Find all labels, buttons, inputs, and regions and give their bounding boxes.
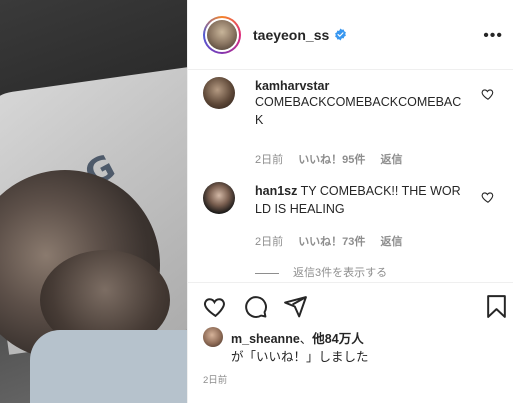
view-replies-button[interactable]: 返信3件を表示する	[255, 264, 387, 280]
avatar	[207, 19, 237, 50]
comment-username[interactable]: kamharvstar	[255, 79, 467, 93]
comment-text-with-user: han1sz TY COMEBACK!! THE WORLD IS HEALIN…	[255, 182, 467, 218]
comment-reply-button[interactable]: 返信	[381, 236, 403, 248]
comment-likes[interactable]: いいね！95件	[298, 154, 365, 166]
comment-like-heart-icon[interactable]	[481, 87, 495, 101]
bookmark-icon[interactable]	[484, 294, 509, 319]
likes-suffix: が「いいね！」しました	[231, 350, 369, 364]
comment-time: 2日前	[255, 236, 284, 248]
likes-line: m_sheanne、他84万人	[231, 328, 364, 347]
verified-badge-icon	[335, 28, 347, 41]
heart-icon[interactable]	[203, 294, 228, 319]
comment-avatar[interactable]	[203, 182, 235, 214]
action-bar	[188, 282, 513, 328]
comment-text: COMEBACKCOMEBACKCOMEBACK	[255, 95, 462, 127]
comment-body: han1sz TY COMEBACK!! THE WORLD IS HEALIN…	[255, 182, 467, 218]
comment-avatar[interactable]	[203, 77, 235, 109]
photo-blanket	[30, 330, 187, 403]
liker-username[interactable]: m_sheanne	[231, 332, 300, 346]
comment-likes[interactable]: いいね！73件	[298, 236, 365, 248]
post-side-panel: taeyeon_ss ••• kamharvstar COMEBACKCOMEB…	[187, 0, 513, 403]
likes-others[interactable]: 他84万人	[312, 332, 363, 346]
story-avatar[interactable]	[203, 15, 241, 54]
post-header: taeyeon_ss •••	[188, 0, 513, 70]
comments-list: kamharvstar COMEBACKCOMEBACKCOMEBACK 2日前…	[188, 71, 513, 282]
comment-meta: 2日前 いいね！95件 返信	[255, 151, 415, 167]
share-icon[interactable]	[283, 294, 308, 319]
replies-divider	[255, 272, 279, 274]
post-timestamp[interactable]: 2日前	[203, 372, 227, 386]
liker-avatar[interactable]	[203, 327, 223, 347]
comment-icon[interactable]	[243, 294, 268, 319]
comment-like-heart-icon[interactable]	[481, 190, 495, 204]
comment-username[interactable]: han1sz	[255, 184, 297, 198]
comment-body: kamharvstar COMEBACKCOMEBACKCOMEBACK	[255, 79, 467, 129]
comment-reply-button[interactable]: 返信	[381, 154, 403, 166]
likes-separator: 、	[299, 332, 313, 346]
comment-time: 2日前	[255, 154, 284, 166]
comment-meta: 2日前 いいね！73件 返信	[255, 233, 415, 249]
post-photo[interactable]: G	[0, 0, 187, 403]
post-username[interactable]: taeyeon_ss	[253, 27, 329, 43]
more-horizontal-icon[interactable]: •••	[483, 27, 503, 45]
view-replies-label: 返信3件を表示する	[293, 267, 388, 279]
